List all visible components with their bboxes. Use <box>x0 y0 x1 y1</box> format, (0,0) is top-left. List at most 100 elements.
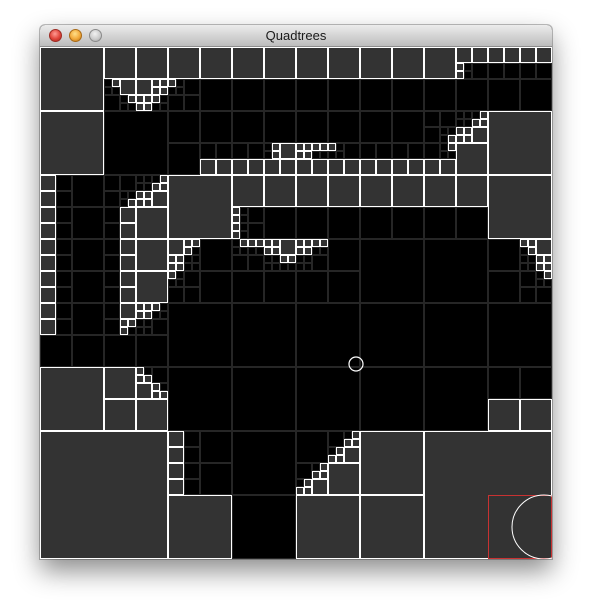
quadtree-canvas[interactable] <box>40 47 552 559</box>
quadtree-cell-filled <box>456 63 464 71</box>
quadtree-cell-filled <box>328 159 344 175</box>
quadtree-cell-filled <box>168 263 176 271</box>
quadtree-cell-filled <box>160 79 168 87</box>
quadtree-cell-filled <box>152 303 160 311</box>
quadtree-cell-filled <box>136 199 144 207</box>
quadtree-cell-filled <box>144 95 152 103</box>
quadtree-cell-filled <box>264 247 272 255</box>
quadtree-cell-filled <box>160 175 168 183</box>
quadtree-cell-filled <box>40 271 56 287</box>
quadtree-cell-filled <box>328 47 360 79</box>
quadtree-cell-filled <box>128 95 136 103</box>
quadtree-cell-filled <box>120 255 136 271</box>
quadtree-cell-filled <box>408 159 424 175</box>
quadtree-cell-filled <box>272 143 280 151</box>
quadtree-cell-filled <box>296 239 304 247</box>
quadtree-cell-filled <box>376 159 392 175</box>
quadtree-cell-filled <box>152 95 160 103</box>
quadtree-cell-filled <box>520 399 552 431</box>
quadtree-cell-filled <box>320 471 328 479</box>
quadtree-cell-filled <box>136 239 168 271</box>
quadtree-svg[interactable] <box>40 47 552 559</box>
quadtree-cell-filled <box>528 247 536 255</box>
quadtree-cell-filled <box>360 495 424 559</box>
quadtree-cell-filled <box>40 239 56 255</box>
quadtree-cell-filled <box>544 271 552 279</box>
app-window: Quadtrees <box>40 25 552 559</box>
quadtree-cell-filled <box>232 47 264 79</box>
quadtree-cell-filled <box>40 319 56 335</box>
quadtree-cell-filled <box>336 447 344 455</box>
quadtree-cell-filled <box>296 143 304 151</box>
quadtree-cell-filled <box>480 111 488 119</box>
quadtree-cell-filled <box>312 159 328 175</box>
quadtree-cell-filled <box>328 455 336 463</box>
quadtree-cell-filled <box>232 231 240 239</box>
title-bar[interactable]: Quadtrees <box>40 25 552 47</box>
quadtree-cell-filled <box>344 159 360 175</box>
quadtree-cell-filled <box>256 239 264 247</box>
quadtree-cell-filled <box>216 159 232 175</box>
quadtree-cell-filled <box>168 271 176 279</box>
quadtree-cell-filled <box>168 79 176 87</box>
quadtree-cell-filled <box>488 175 552 239</box>
quadtree-cell-filled <box>40 431 168 559</box>
quadtree-cell-filled <box>152 87 160 95</box>
quadtree-cell-filled <box>120 207 136 223</box>
quadtree-cell-filled <box>144 191 152 199</box>
quadtree-cell-filled <box>152 383 160 391</box>
quadtree-cell-filled <box>120 223 136 239</box>
quadtree-cell-filled <box>152 79 160 87</box>
quadtree-cell-filled <box>488 47 504 63</box>
quadtree-cell-filled <box>176 255 184 263</box>
quadtree-cell-filled <box>504 47 520 63</box>
quadtree-cell-filled <box>264 47 296 79</box>
quadtree-cell-filled <box>312 143 320 151</box>
quadtree-cell-filled <box>544 263 552 271</box>
quadtree-cell-filled <box>40 111 104 175</box>
quadtree-cell-filled <box>320 239 328 247</box>
quadtree-cell-filled <box>520 239 528 247</box>
quadtree-cell-filled <box>136 79 152 95</box>
quadtree-cell-filled <box>456 143 488 175</box>
quadtree-cell-filled <box>304 247 312 255</box>
quadtree-cell-filled <box>160 183 168 191</box>
quadtree-cell-filled <box>360 159 376 175</box>
quadtree-cell-filled <box>112 79 120 87</box>
quadtree-cell-filled <box>232 207 240 215</box>
quadtree-cell-filled <box>40 207 56 223</box>
quadtree-cell-filled <box>128 199 136 207</box>
quadtree-cell-filled <box>288 255 296 263</box>
quadtree-cell-filled <box>392 47 424 79</box>
quadtree-cell-filled <box>328 175 360 207</box>
quadtree-cell-filled <box>360 175 392 207</box>
quadtree-cell-filled <box>536 255 544 263</box>
quadtree-cell-filled <box>392 175 424 207</box>
quadtree-cell-filled <box>536 263 544 271</box>
quadtree-cell-filled <box>168 463 184 479</box>
quadtree-cell-filled <box>472 127 488 143</box>
quadtree-cell-filled <box>360 431 424 495</box>
quadtree-cell-filled <box>168 447 184 463</box>
quadtree-cell-filled <box>136 103 144 111</box>
quadtree-cell-filled <box>344 447 360 463</box>
quadtree-cell-filled <box>248 159 264 175</box>
quadtree-cell-filled <box>176 263 184 271</box>
quadtree-cell-filled <box>168 255 176 263</box>
quadtree-cell-filled <box>192 239 200 247</box>
quadtree-cell-filled <box>488 399 520 431</box>
quadtree-cell-filled <box>440 159 456 175</box>
quadtree-cell-filled <box>528 239 536 247</box>
quadtree-cell-filled <box>344 439 352 447</box>
quadtree-cell-filled <box>120 287 136 303</box>
quadtree-cell-filled <box>104 399 136 431</box>
quadtree-cell-filled <box>280 255 288 263</box>
quadtree-cell-filled <box>200 47 232 79</box>
quadtree-cell-filled <box>304 143 312 151</box>
quadtree-cell-filled <box>136 383 152 399</box>
quadtree-cell-filled <box>240 239 248 247</box>
quadtree-cell-filled <box>424 175 456 207</box>
quadtree-cell-filled <box>136 399 168 431</box>
quadtree-cell-filled <box>168 495 232 559</box>
quadtree-cell-filled <box>296 47 328 79</box>
